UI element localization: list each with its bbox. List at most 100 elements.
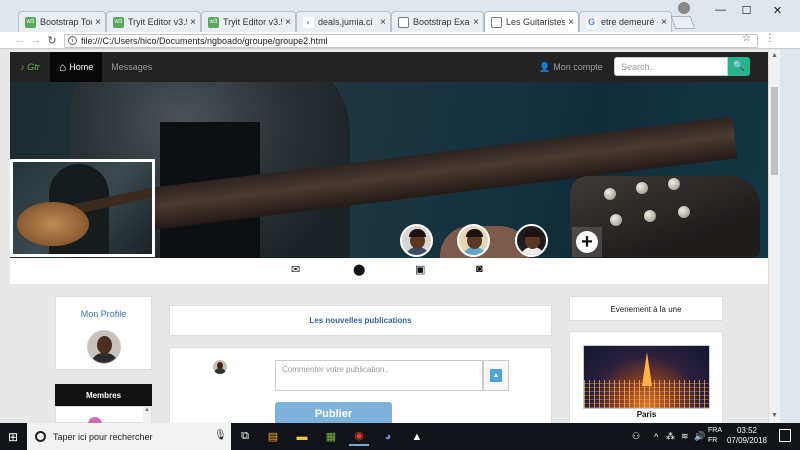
browser-profile-icon[interactable] [678,2,690,14]
user-icon: 👤 [539,61,551,72]
new-tab-button[interactable] [670,16,696,29]
close-tab-icon[interactable]: × [380,17,386,28]
scrollbar[interactable]: ▲ [143,407,151,423]
volume-icon[interactable]: 🔊 [694,423,705,450]
attach-image-button[interactable]: ▲ [483,360,509,391]
browser-tab[interactable]: w3 Bootstrap Tooltip × [18,11,106,32]
tab-title: deals.jumia.ci [318,17,373,27]
close-tab-icon[interactable]: × [95,17,101,28]
event-card[interactable]: Paris [569,331,723,423]
browser-tab[interactable]: ◐ deals.jumia.ci × [296,11,391,32]
cortana-icon [35,431,46,442]
nav-messages[interactable]: Messages [102,62,161,72]
add-member-button[interactable]: + [572,227,602,257]
profile-icon-bar: ✉ ⬤ ▣ ◙ [10,258,768,284]
wifi-icon[interactable]: ≋ [681,423,689,450]
back-arrow-icon[interactable]: ← [12,34,28,46]
url-field[interactable]: i file:///C:/Users/hico/Documents/ngboad… [64,34,758,48]
scroll-up-icon[interactable]: ▲ [771,52,778,59]
reload-icon[interactable]: ↻ [44,34,60,47]
clock-time: 03:52 [736,426,758,435]
task-view-icon[interactable]: ⧉ [235,427,255,446]
feed-header-card: Les nouvelles publications [169,305,552,336]
event-city: Paris [583,410,710,422]
document-icon [398,16,409,28]
notification-icon[interactable] [779,429,791,442]
google-icon: G [586,16,597,28]
members-header: Membres [55,384,152,406]
browser-tab[interactable]: G etre demeuré - Re × [579,11,672,32]
windows-taskbar: ⊞ Taper ici pour rechercher 🎙 ⧉ ▤ ▬ ▦ ◉ … [0,423,800,450]
taskbar-search[interactable]: Taper ici pour rechercher 🎙 [27,423,231,450]
discord-icon[interactable]: ◕ [378,427,398,446]
image-icon: ▲ [490,369,502,382]
jumia-icon: ◐ [303,16,314,28]
search-button[interactable]: 🔍 [728,57,750,76]
close-tab-icon[interactable]: × [473,17,479,28]
events-header-card: Evenement à la une [569,296,723,321]
taskbar-clock[interactable]: 03:52 07/09/2018 [725,426,769,446]
clock-date: 07/09/2018 [726,436,768,445]
tab-title: etre demeuré - Re [601,17,658,27]
close-tab-icon[interactable]: × [190,17,196,28]
nav-home[interactable]: ⌂ Home [50,52,103,82]
menu-dots-icon[interactable]: ⋮ [765,33,775,44]
network-icon[interactable]: ⁂ [666,423,675,450]
close-tab-icon[interactable]: × [661,17,667,28]
tray-expand-icon[interactable]: ^ [654,423,658,450]
scrollbar-thumb[interactable] [771,87,778,175]
lang-line2: FR [708,437,718,444]
events-title: Evenement à la une [610,305,682,314]
bookmark-star-icon[interactable]: ☆ [742,33,751,44]
browser-tab[interactable]: Bootstrap Example × [391,11,484,32]
browser-tab[interactable]: w3 Tryit Editor v3.5 × [106,11,201,32]
my-profile-title[interactable]: Mon Profile [56,309,151,319]
tab-title: Tryit Editor v3.5 [223,17,283,27]
feed-title: Les nouvelles publications [309,316,412,325]
page-viewport: ♪ Gtr ⌂ Home Messages 👤 Mon compte Searc… [0,50,780,423]
avatar [213,360,227,374]
calendar-icon[interactable]: ▣ [415,263,425,276]
close-tab-icon[interactable]: × [285,17,291,28]
store-icon[interactable]: ▦ [321,427,341,446]
comment-textarea[interactable]: Commenter votre publication.. [275,360,483,391]
url-text: file:///C:/Users/hico/Documents/ngboado/… [81,36,328,46]
maximize-icon[interactable]: ☐ [729,0,764,20]
w3schools-icon: w3 [208,16,219,28]
browser-tab[interactable]: w3 Tryit Editor v3.5 × [201,11,296,32]
forward-arrow-icon[interactable]: → [28,34,44,46]
nav-account[interactable]: 👤 Mon compte [539,52,603,82]
my-profile-card: Mon Profile [55,296,152,370]
member-avatar[interactable] [457,224,490,257]
file-explorer-icon[interactable]: ▬ [292,427,312,446]
browser-tab-strip: w3 Bootstrap Tooltip × w3 Tryit Editor v… [0,0,800,32]
event-image[interactable] [583,345,710,409]
search-input[interactable]: Search.. [614,57,728,76]
sublime-text-icon[interactable]: ▤ [263,427,283,446]
camera-icon[interactable]: ◙ [476,263,483,275]
people-icon[interactable]: ⚇ [632,423,640,450]
search-icon: 🔍 [732,61,746,72]
language-indicator[interactable]: FRA FR [708,426,722,446]
member-avatar[interactable] [400,224,433,257]
close-tab-icon[interactable]: × [568,17,574,28]
profile-photo[interactable] [10,159,155,257]
publish-button[interactable]: Publier [275,402,392,425]
map-marker-icon[interactable]: ⬤ [353,263,365,276]
guitar-logo[interactable]: ♪ Gtr [10,52,50,82]
page-scrollbar[interactable]: ▲ ▼ [768,50,780,423]
taskbar-search-text: Taper ici pour rechercher [53,431,153,442]
photos-icon[interactable]: ▲ [407,427,427,446]
info-icon[interactable]: i [68,36,77,45]
tab-title: Bootstrap Example [413,17,470,27]
chrome-icon[interactable]: ◉ [349,427,369,446]
avatar[interactable] [87,330,121,364]
browser-tab-active[interactable]: Les Guitaristes × [484,11,579,32]
windows-start-icon[interactable]: ⊞ [0,423,26,450]
close-window-icon[interactable]: ✕ [760,0,795,20]
envelope-icon[interactable]: ✉ [291,263,300,276]
scroll-down-icon[interactable]: ▼ [771,412,778,419]
member-avatar[interactable] [515,224,548,257]
home-icon: ⌂ [59,60,67,74]
microphone-icon[interactable]: 🎙 [214,430,227,441]
